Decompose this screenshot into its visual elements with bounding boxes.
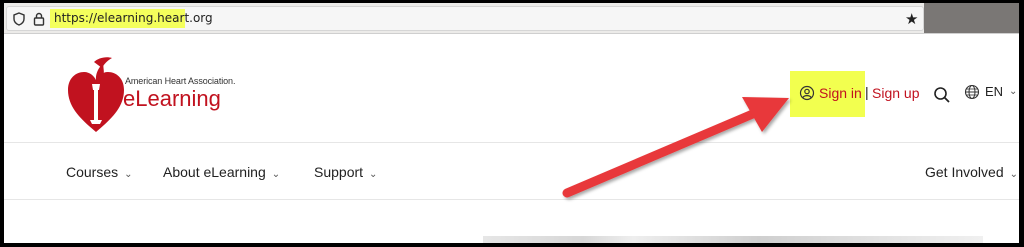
toolbar-dark-area [924, 3, 1019, 33]
chevron-down-icon[interactable]: ⌄ [1009, 86, 1017, 97]
logo-org-name: American Heart Association. [125, 76, 236, 86]
logo-product-name: eLearning [123, 86, 221, 111]
nav-item-label: Get Involved [925, 164, 1004, 180]
lock-icon[interactable] [32, 12, 46, 26]
browser-toolbar: https://elearning.heart.org ★ [4, 3, 1019, 34]
chevron-down-icon: ⌄ [1009, 169, 1018, 180]
hero-image-edge [483, 236, 983, 243]
aha-heart-torch-logo-icon[interactable] [64, 54, 128, 134]
address-bar[interactable]: https://elearning.heart.org ★ [6, 6, 924, 31]
sign-up-link[interactable]: Sign up [872, 85, 919, 101]
nav-item-label: Courses [66, 164, 119, 180]
auth-separator: | [865, 84, 869, 100]
url-text[interactable]: https://elearning.heart.org [54, 11, 213, 25]
star-icon[interactable]: ★ [905, 10, 918, 28]
nav-item-get-involved[interactable]: Get Involved ⌄ [925, 164, 1018, 180]
language-selector[interactable]: EN [985, 84, 1003, 99]
nav-item-about[interactable]: About eLearning ⌄ [163, 164, 280, 180]
nav-item-label: Support [314, 164, 364, 180]
user-circle-icon[interactable] [799, 85, 815, 101]
nav-item-courses[interactable]: Courses ⌄ [66, 164, 133, 180]
site-header: American Heart Association. eLearning Si… [4, 34, 1019, 145]
nav-item-support[interactable]: Support ⌄ [314, 164, 377, 180]
chevron-down-icon: ⌄ [271, 169, 281, 180]
sign-in-link[interactable]: Sign in [819, 85, 862, 101]
chevron-down-icon: ⌄ [369, 169, 378, 180]
browser-window: https://elearning.heart.org ★ American H… [4, 3, 1019, 243]
search-icon[interactable] [933, 86, 951, 104]
chevron-down-icon: ⌄ [124, 169, 133, 180]
shield-icon[interactable] [12, 12, 26, 26]
globe-icon[interactable] [964, 84, 980, 100]
nav-item-label: About eLearning [163, 164, 266, 180]
main-nav: Courses ⌄ About eLearning ⌄ Support ⌄ Get I… [4, 142, 1019, 200]
